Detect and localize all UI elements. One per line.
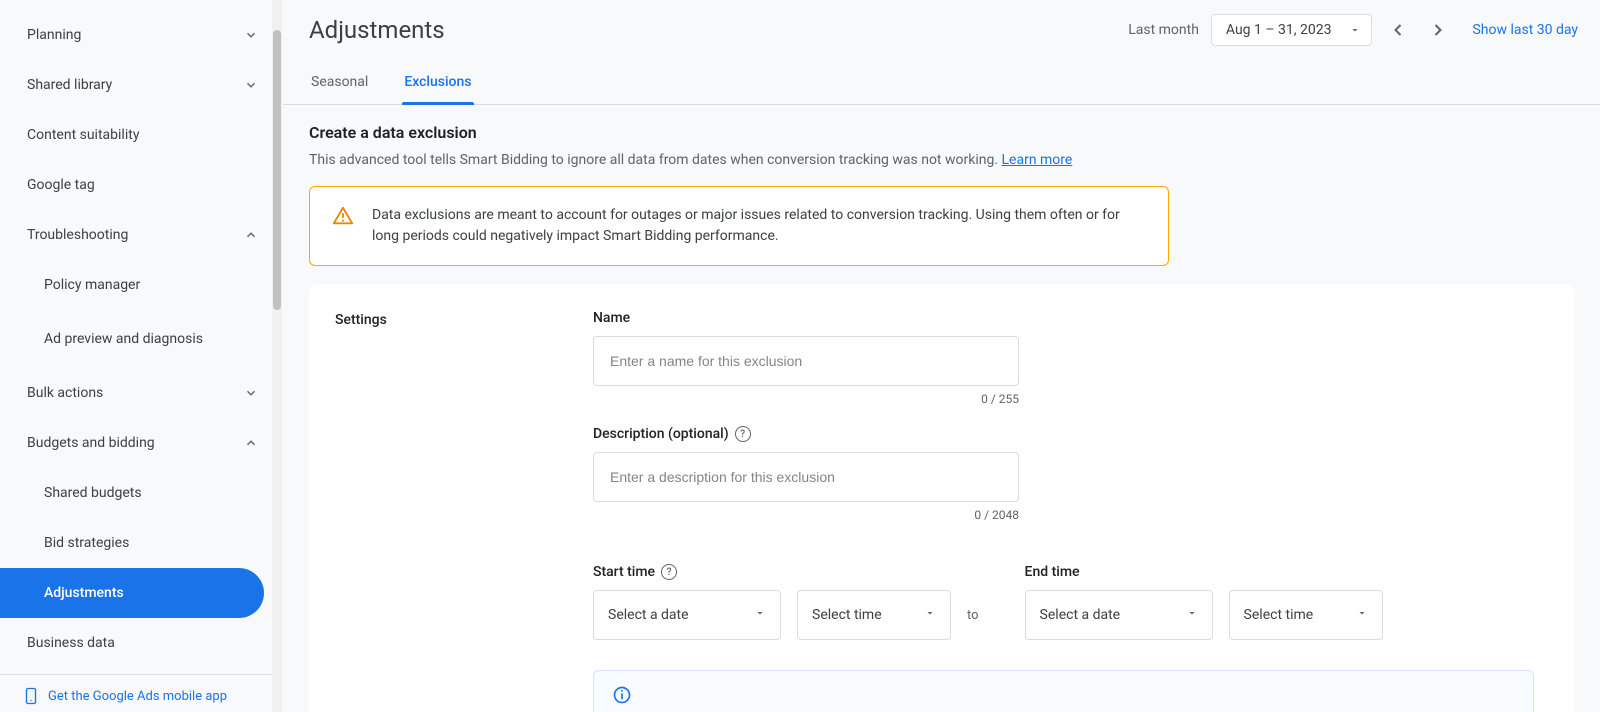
start-date-select[interactable]: Select a date bbox=[593, 590, 781, 640]
name-counter: 0 / 255 bbox=[593, 392, 1019, 406]
help-icon[interactable]: ? bbox=[735, 426, 751, 442]
settings-grid: Settings Name 0 / 255 Description (optio… bbox=[335, 310, 1534, 712]
description-counter: 0 / 2048 bbox=[593, 508, 1019, 522]
sidebar-item-label: Bid strategies bbox=[44, 535, 129, 551]
info-banner bbox=[593, 670, 1534, 712]
sidebar-item-label: Policy manager bbox=[44, 277, 140, 293]
sidebar-item-label: Planning bbox=[27, 27, 81, 43]
sidebar-item-troubleshooting[interactable]: Troubleshooting bbox=[0, 210, 282, 260]
sidebar: Planning Shared library Content suitabil… bbox=[0, 0, 283, 712]
tabs: Seasonal Exclusions bbox=[283, 60, 1600, 105]
tab-exclusions[interactable]: Exclusions bbox=[402, 60, 473, 104]
settings-fields: Name 0 / 255 Description (optional) ? 0 … bbox=[593, 310, 1534, 712]
start-time-select[interactable]: Select time bbox=[797, 590, 951, 640]
show-last-30-link[interactable]: Show last 30 day bbox=[1472, 22, 1578, 38]
warning-text: Data exclusions are meant to account for… bbox=[372, 205, 1146, 247]
sidebar-footer-label: Get the Google Ads mobile app bbox=[48, 689, 227, 704]
description-input[interactable] bbox=[593, 452, 1019, 502]
to-label: to bbox=[967, 608, 979, 623]
sidebar-scrollbar[interactable] bbox=[272, 0, 282, 712]
chevron-down-icon bbox=[244, 28, 258, 42]
name-label: Name bbox=[593, 310, 1534, 326]
date-range-value: Aug 1 – 31, 2023 bbox=[1226, 22, 1332, 38]
main: Adjustments Last month Aug 1 – 31, 2023 … bbox=[283, 0, 1600, 712]
scrollbar-thumb[interactable] bbox=[273, 30, 281, 310]
caret-down-icon bbox=[1356, 607, 1368, 623]
prev-period-button[interactable] bbox=[1384, 16, 1412, 44]
description-label: Description (optional) ? bbox=[593, 426, 1534, 442]
sidebar-item-label: Shared library bbox=[27, 77, 112, 93]
end-date-value: Select a date bbox=[1040, 607, 1121, 623]
end-time-select[interactable]: Select time bbox=[1229, 590, 1383, 640]
sidebar-item-policy-manager[interactable]: Policy manager bbox=[0, 260, 282, 310]
date-range-dropdown[interactable]: Aug 1 – 31, 2023 bbox=[1211, 14, 1373, 46]
sidebar-item-label: Content suitability bbox=[27, 127, 139, 143]
start-time-value: Select time bbox=[812, 607, 882, 623]
chevron-down-icon bbox=[244, 386, 258, 400]
end-time-label: End time bbox=[1025, 564, 1383, 580]
section-title: Create a data exclusion bbox=[309, 123, 1574, 142]
sidebar-item-label: Shared budgets bbox=[44, 485, 142, 501]
start-date-value: Select a date bbox=[608, 607, 689, 623]
description-label-text: Description (optional) bbox=[593, 426, 729, 442]
help-icon[interactable]: ? bbox=[661, 564, 677, 580]
date-range-label: Last month bbox=[1128, 22, 1199, 38]
next-period-button[interactable] bbox=[1424, 16, 1452, 44]
start-time-label: Start time ? bbox=[593, 564, 979, 580]
end-time-value: Select time bbox=[1244, 607, 1314, 623]
chevron-up-icon bbox=[244, 436, 258, 450]
sidebar-item-google-tag[interactable]: Google tag bbox=[0, 160, 282, 210]
content-area: Create a data exclusion This advanced to… bbox=[283, 105, 1600, 712]
sidebar-item-shared-library[interactable]: Shared library bbox=[0, 60, 282, 110]
mobile-app-icon bbox=[22, 687, 40, 705]
chevron-down-icon bbox=[244, 78, 258, 92]
name-input[interactable] bbox=[593, 336, 1019, 386]
sidebar-item-budgets-bidding[interactable]: Budgets and bidding bbox=[0, 418, 282, 468]
end-date-select[interactable]: Select a date bbox=[1025, 590, 1213, 640]
caret-down-icon bbox=[1186, 607, 1198, 623]
start-time-label-text: Start time bbox=[593, 564, 655, 580]
sidebar-footer-link[interactable]: Get the Google Ads mobile app bbox=[0, 674, 282, 709]
end-time-selects: Select a date Select time bbox=[1025, 590, 1383, 640]
start-time-selects: Select a date Select time to bbox=[593, 590, 979, 640]
tab-seasonal[interactable]: Seasonal bbox=[309, 60, 370, 104]
warning-icon bbox=[332, 205, 354, 231]
end-time-group: End time Select a date Select time bbox=[1025, 564, 1383, 640]
start-time-group: Start time ? Select a date Select time bbox=[593, 564, 979, 640]
sidebar-item-label: Troubleshooting bbox=[27, 227, 128, 243]
sidebar-item-label: Adjustments bbox=[44, 585, 124, 601]
caret-down-icon bbox=[754, 607, 766, 623]
section-desc-text: This advanced tool tells Smart Bidding t… bbox=[309, 152, 1002, 168]
sidebar-item-label: Bulk actions bbox=[27, 385, 103, 401]
sidebar-item-label: Ad preview and diagnosis bbox=[44, 331, 203, 347]
sidebar-item-bid-strategies[interactable]: Bid strategies bbox=[0, 518, 282, 568]
caret-down-icon bbox=[1349, 24, 1361, 36]
settings-card: Settings Name 0 / 255 Description (optio… bbox=[309, 284, 1574, 712]
sidebar-item-label: Business data bbox=[27, 635, 115, 651]
page-title: Adjustments bbox=[309, 16, 1116, 44]
section-description: This advanced tool tells Smart Bidding t… bbox=[309, 152, 1574, 168]
sidebar-item-business-data[interactable]: Business data bbox=[0, 618, 282, 668]
sidebar-item-shared-budgets[interactable]: Shared budgets bbox=[0, 468, 282, 518]
info-icon bbox=[612, 685, 632, 709]
caret-down-icon bbox=[924, 607, 936, 623]
sidebar-item-label: Google tag bbox=[27, 177, 95, 193]
sidebar-item-adjustments[interactable]: Adjustments bbox=[0, 568, 264, 618]
time-row: Start time ? Select a date Select time bbox=[593, 564, 1534, 640]
chevron-up-icon bbox=[244, 228, 258, 242]
learn-more-link[interactable]: Learn more bbox=[1002, 152, 1073, 168]
sidebar-item-planning[interactable]: Planning bbox=[0, 10, 282, 60]
sidebar-item-content-suitability[interactable]: Content suitability bbox=[0, 110, 282, 160]
sidebar-item-label: Budgets and bidding bbox=[27, 435, 155, 451]
sidebar-item-bulk-actions[interactable]: Bulk actions bbox=[0, 368, 282, 418]
warning-banner: Data exclusions are meant to account for… bbox=[309, 186, 1169, 266]
settings-section-label: Settings bbox=[335, 310, 553, 712]
header-row: Adjustments Last month Aug 1 – 31, 2023 … bbox=[283, 0, 1600, 60]
sidebar-item-ad-preview[interactable]: Ad preview and diagnosis bbox=[0, 310, 282, 368]
